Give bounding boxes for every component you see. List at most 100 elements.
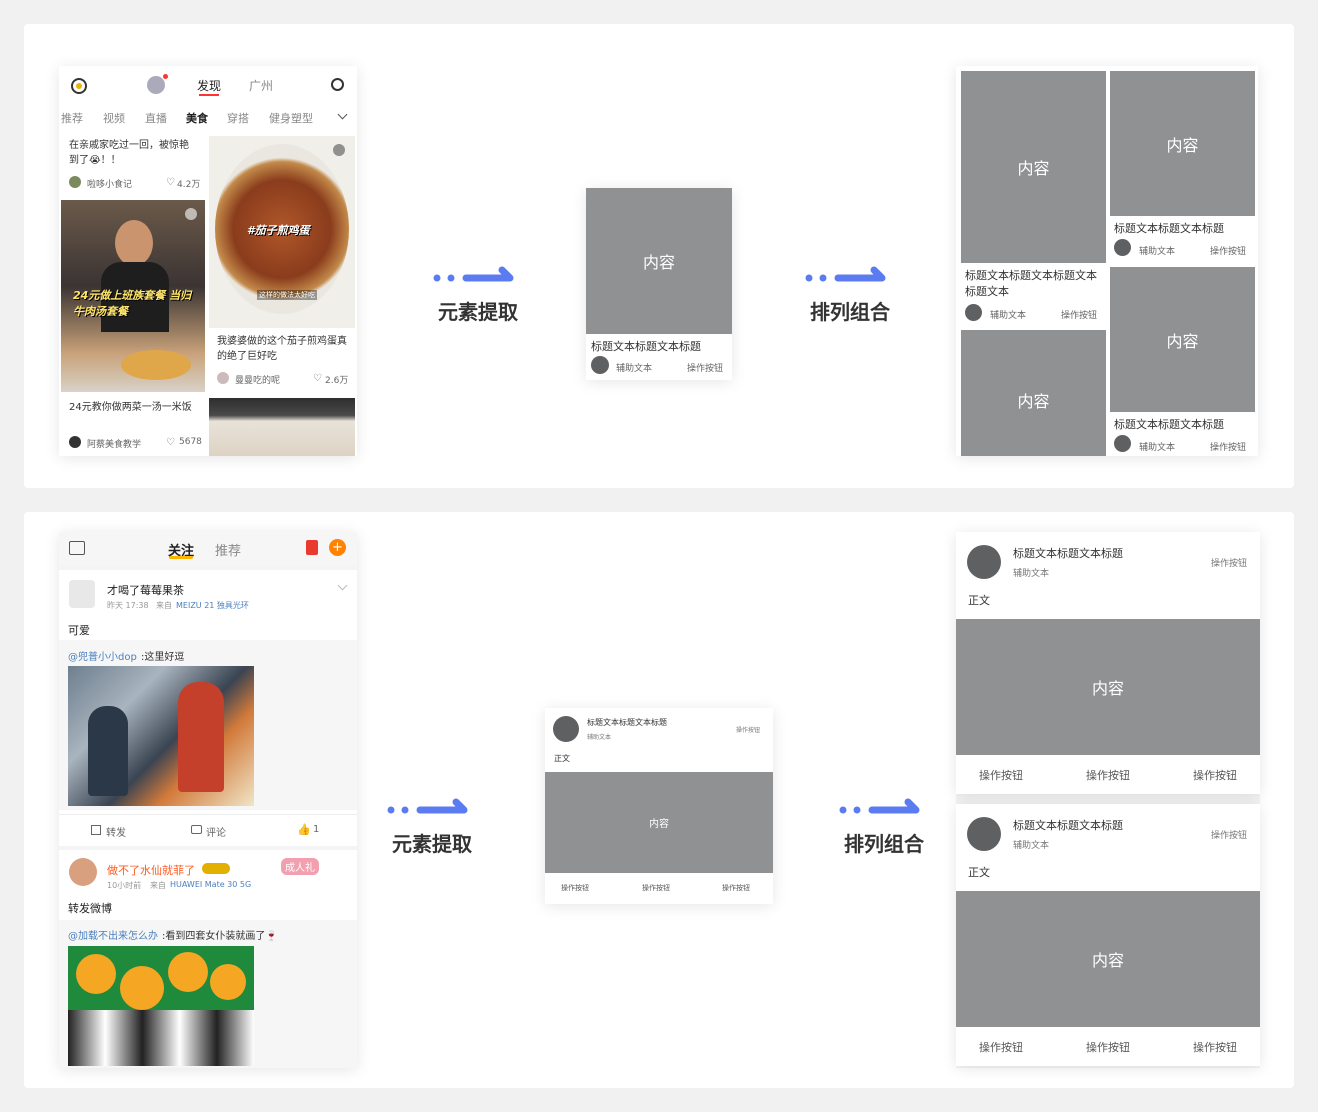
- action-button[interactable]: 操作按钮: [1211, 828, 1247, 841]
- footer-action-1[interactable]: 操作按钮: [561, 883, 589, 893]
- content-placeholder: 内容: [586, 188, 732, 334]
- vip-badge-icon: [202, 863, 230, 874]
- comment-icon[interactable]: [191, 825, 202, 834]
- chevron-down-icon[interactable]: [337, 109, 348, 120]
- tab-recommend[interactable]: 推荐: [215, 540, 241, 559]
- feed-card-4-image[interactable]: [209, 398, 355, 456]
- top-panel: 发现 广州 推荐 视频 直播 美食 穿搭 健身塑型 在亲戚家吃过一回，被惊艳到了…: [24, 24, 1294, 488]
- content-placeholder: 内容: [1110, 267, 1255, 412]
- like-count: 4.2万: [177, 180, 201, 190]
- author-name: 啦哆小食记: [87, 180, 133, 190]
- post-2-repost-image[interactable]: [68, 946, 254, 1066]
- action-button[interactable]: 操作按钮: [1210, 244, 1246, 257]
- repost-button[interactable]: 转发: [106, 824, 126, 839]
- action-button[interactable]: 操作按钮: [1211, 556, 1247, 569]
- feed-card: 标题文本标题文本标题 辅助文本 操作按钮 正文 内容 操作按钮 操作按钮 操作按…: [956, 804, 1260, 1066]
- calendar-icon[interactable]: [69, 541, 85, 555]
- arrow-arrange: [804, 264, 900, 284]
- avatar[interactable]: [147, 76, 165, 94]
- footer-action-3[interactable]: 操作按钮: [1193, 767, 1237, 783]
- camera-icon[interactable]: [71, 78, 87, 94]
- tab-follow-underline: [169, 556, 193, 559]
- feed-card-2-text[interactable]: 24元教你做两菜一汤一米饭: [69, 400, 199, 415]
- card-title: 标题文本标题文本标题: [587, 718, 667, 727]
- footer-action-1[interactable]: 操作按钮: [979, 767, 1023, 783]
- category-outfit[interactable]: 穿搭: [227, 110, 249, 126]
- feed-card-3-overlay: #茄子煎鸡蛋: [247, 224, 310, 237]
- author-avatar: [69, 176, 81, 188]
- arrow-right-icon: [839, 798, 920, 814]
- add-icon[interactable]: +: [329, 539, 346, 556]
- feed-card-1-text[interactable]: 在亲戚家吃过一回，被惊艳到了😭！！: [69, 138, 197, 168]
- like-count: 2.6万: [325, 376, 349, 386]
- category-food[interactable]: 美食: [186, 110, 208, 126]
- heart-icon[interactable]: ♡: [313, 373, 322, 384]
- video-play-icon: [333, 144, 345, 156]
- avatar: [965, 304, 982, 321]
- content-placeholder: 内容: [545, 772, 773, 873]
- post-1-repost-image[interactable]: [68, 666, 254, 806]
- card-title: 标题文本标题文本标题: [591, 340, 701, 353]
- card-title: 标题文本标题文本标题: [1013, 547, 1123, 560]
- repost-icon[interactable]: [91, 825, 101, 835]
- post-1-meta-from: 来自: [156, 601, 172, 610]
- category-video[interactable]: 视频: [103, 110, 125, 126]
- feed-card-2-overlay: 24元做上班族套餐 当归牛肉汤套餐: [73, 289, 192, 318]
- arrow-label-extract: 元素提取: [438, 300, 518, 324]
- feed-card-3-caption: 这样的做法太好吃: [257, 290, 317, 300]
- aux-text: 辅助文本: [616, 364, 653, 374]
- post-1-meta-device[interactable]: MEIZU 21 独具光环: [176, 600, 249, 611]
- arrow-label-arrange: 排列组合: [844, 832, 924, 856]
- footer-action-3[interactable]: 操作按钮: [1193, 1039, 1237, 1055]
- post-1-body: 可爱: [68, 624, 90, 637]
- action-button[interactable]: 操作按钮: [1210, 440, 1246, 453]
- heart-icon[interactable]: ♡: [166, 177, 175, 188]
- avatar: [1114, 239, 1131, 256]
- tab-discover[interactable]: 发现: [197, 77, 221, 94]
- footer-action-3[interactable]: 操作按钮: [722, 883, 750, 893]
- feed-card-3-text[interactable]: 我婆婆做的这个茄子煎鸡蛋真的绝了巨好吃: [217, 334, 349, 364]
- weibo-phone-screenshot: 关注 推荐 + 才喝了莓莓果茶 昨天 17:38 来自 MEIZU 21 独具光…: [59, 532, 357, 1068]
- body-text: 正文: [968, 594, 990, 607]
- category-fitness[interactable]: 健身塑型: [269, 110, 313, 126]
- post-1-repost-user[interactable]: @兜普小小dop: [68, 648, 137, 663]
- post-2-avatar[interactable]: [69, 858, 97, 886]
- tab-city[interactable]: 广州: [249, 77, 273, 94]
- content-placeholder: 内容: [956, 619, 1260, 755]
- post-2-meta-device[interactable]: HUAWEI Mate 30 5G: [170, 880, 251, 889]
- footer-action-2[interactable]: 操作按钮: [1086, 767, 1130, 783]
- feed-phone-screenshot: 发现 广州 推荐 视频 直播 美食 穿搭 健身塑型 在亲戚家吃过一回，被惊艳到了…: [59, 66, 357, 456]
- element-card: 内容 标题文本标题文本标题 辅助文本 操作按钮: [586, 188, 732, 380]
- thumbs-up-icon[interactable]: 👍: [297, 823, 311, 836]
- card-title: 标题文本标题文本标题: [1013, 819, 1123, 832]
- footer-action-2[interactable]: 操作按钮: [642, 883, 670, 893]
- author-avatar: [217, 372, 229, 384]
- category-live[interactable]: 直播: [145, 110, 167, 126]
- post-2-repost-user[interactable]: @加载不出来怎么办: [68, 927, 158, 942]
- post-2-username[interactable]: 做不了水仙就菲了: [107, 862, 195, 878]
- footer-action-1[interactable]: 操作按钮: [979, 1039, 1023, 1055]
- card-title: 标题文本标题文本标题: [1114, 418, 1224, 431]
- card-title: 标题文本标题文本标题文本标题文本: [965, 269, 1097, 298]
- post-2-meta-from: 来自: [150, 881, 166, 890]
- post-1-repost-text: :这里好逗: [141, 652, 185, 663]
- heart-icon[interactable]: ♡: [166, 437, 175, 448]
- arrow-arrange: [838, 796, 934, 816]
- post-2-sticker: 成人礼: [281, 858, 319, 875]
- arrow-label-extract: 元素提取: [392, 832, 472, 856]
- post-1-avatar[interactable]: [69, 580, 95, 608]
- action-button[interactable]: 操作按钮: [1061, 308, 1097, 321]
- arrow-right-icon: [805, 266, 886, 282]
- red-envelope-icon[interactable]: [306, 540, 318, 555]
- card-title: 标题文本标题文本标题: [1114, 222, 1224, 235]
- comment-button[interactable]: 评论: [206, 824, 226, 839]
- action-button[interactable]: 操作按钮: [687, 361, 723, 374]
- aux-text: 辅助文本: [1139, 247, 1176, 257]
- category-recommend[interactable]: 推荐: [61, 110, 83, 126]
- action-button[interactable]: 操作按钮: [736, 725, 760, 734]
- waterfall-grid: 内容 标题文本标题文本标题文本标题文本 辅助文本 操作按钮 内容 内容 标题文本…: [956, 66, 1258, 456]
- post-1-username[interactable]: 才喝了莓莓果茶: [107, 582, 184, 598]
- footer-action-2[interactable]: 操作按钮: [1086, 1039, 1130, 1055]
- avatar: [553, 716, 579, 742]
- search-icon[interactable]: [331, 78, 344, 91]
